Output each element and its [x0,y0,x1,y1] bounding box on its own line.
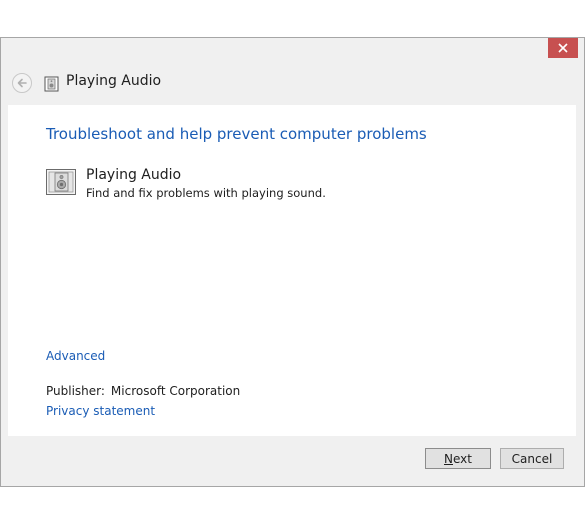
navigation-bar: Playing Audio [1,71,584,99]
privacy-statement-link[interactable]: Privacy statement [46,404,155,418]
close-icon [558,43,568,53]
next-button[interactable]: Next [425,448,491,469]
cancel-button-label: Cancel [511,451,553,466]
publisher-label: Publisher: [46,384,105,398]
publisher-row: Publisher: Microsoft Corporation [46,384,240,398]
advanced-link[interactable]: Advanced [46,349,105,363]
back-arrow-icon [17,78,27,88]
troubleshooter-title: Playing Audio [86,167,182,183]
window-title: Playing Audio [66,73,162,89]
content-panel: Troubleshoot and help prevent computer p… [8,105,576,436]
next-button-label: Next [444,451,472,466]
page-heading: Troubleshoot and help prevent computer p… [46,125,427,143]
troubleshooter-window: Playing Audio Troubleshoot and help prev… [0,37,585,487]
back-button[interactable] [12,73,32,93]
close-button[interactable] [548,38,578,58]
troubleshooter-description: Find and fix problems with playing sound… [86,186,326,200]
speaker-troubleshooter-icon [44,76,59,92]
publisher-value: Microsoft Corporation [110,384,241,398]
speaker-icon [46,169,76,195]
cancel-button[interactable]: Cancel [500,448,564,469]
